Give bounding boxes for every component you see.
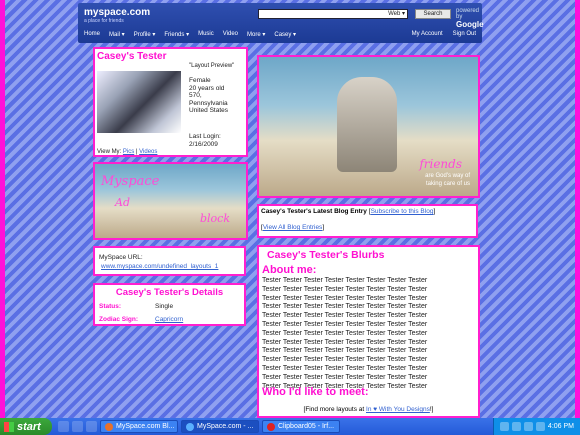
quicklaunch-icon-2[interactable] <box>72 421 83 432</box>
nav-user[interactable]: Casey ▾ <box>274 31 296 38</box>
system-tray: 4:06 PM <box>492 418 580 435</box>
start-button[interactable]: start <box>0 418 52 435</box>
nav-more[interactable]: More ▾ <box>247 31 265 38</box>
about-me-heading: About me: <box>262 264 317 276</box>
blurbs-box: Casey's Tester's Blurbs About me: Tester… <box>257 245 480 418</box>
logo-text: myspace.com <box>84 7 151 18</box>
myspace-logo[interactable]: myspace.com a place for friends <box>84 7 150 24</box>
taskbar-item-ie[interactable]: MySpace.com - ... <box>181 420 259 433</box>
clock[interactable]: 4:06 PM <box>548 423 574 430</box>
image-caption-1: friends <box>419 157 462 171</box>
profile-info: Female 20 years old 570, Pennsylvania Un… <box>189 77 229 115</box>
status-label: Status: <box>99 303 122 310</box>
image-caption-3: taking care of us <box>425 181 470 187</box>
google-logo: powered by Google <box>456 8 484 29</box>
last-login: Last Login: 2/16/2009 <box>189 133 221 148</box>
nav-profile[interactable]: Profile ▾ <box>134 31 156 38</box>
details-box: Casey's Tester's Details Status: Single … <box>93 283 246 326</box>
view-all-blog-link[interactable]: View All Blog Entries <box>263 224 323 231</box>
status-value: Single <box>155 303 174 310</box>
search-button[interactable]: Search <box>415 9 451 19</box>
profile-headline: "Layout Preview" <box>189 63 235 69</box>
profile-photo[interactable] <box>97 71 181 133</box>
meet-heading: Who I'd like to meet: <box>262 386 369 398</box>
pics-link[interactable]: Pics <box>123 149 134 155</box>
profile-name: Casey's Tester <box>97 51 167 62</box>
profile-box: Casey's Tester "Layout Preview" Female 2… <box>93 47 248 157</box>
tray-icon-3[interactable] <box>523 422 533 431</box>
more-layouts: [Find more layouts at In ♥ With You Desi… <box>303 406 434 413</box>
search-scope-select[interactable]: Web ▾ <box>388 10 405 17</box>
nav-sign-out[interactable]: Sign Out <box>453 31 476 38</box>
top-nav: Home Mail ▾ Profile ▾ Friends ▾ Music Vi… <box>84 31 476 38</box>
url-box: MySpace URL: www.myspace.com/undefined_l… <box>93 246 246 276</box>
tray-icon-1[interactable] <box>499 422 509 431</box>
quicklaunch-icon-1[interactable] <box>58 421 69 432</box>
banner-text-3: block <box>200 212 231 225</box>
quick-launch <box>58 421 97 432</box>
tray-icon-4[interactable] <box>535 422 545 431</box>
about-me-text: Tester Tester Tester Tester Tester Teste… <box>262 277 428 390</box>
tray-icon-2[interactable] <box>511 422 521 431</box>
windows-taskbar: start MySpace.com Bl... MySpace.com - ..… <box>0 418 580 435</box>
nav-video[interactable]: Video <box>223 31 238 38</box>
view-all-blog: [View All Blog Entries] <box>261 224 325 231</box>
quicklaunch-icon-3[interactable] <box>86 421 97 432</box>
subscribe-blog-link[interactable]: Subscribe to this Blog <box>371 208 434 215</box>
nav-friends[interactable]: Friends ▾ <box>164 31 189 38</box>
nav-home[interactable]: Home <box>84 31 100 38</box>
blurbs-title: Casey's Tester's Blurbs <box>267 249 385 261</box>
irfanview-icon <box>267 422 275 431</box>
taskbar-item-irfanview[interactable]: Clipboard05 - Irf... <box>262 420 340 433</box>
logo-tagline: a place for friends <box>84 18 124 24</box>
search-input[interactable]: Web ▾ <box>258 9 408 19</box>
nav-music[interactable]: Music <box>198 31 214 38</box>
banner-text-2: Ad <box>115 196 130 209</box>
main-image: friends are God's way of taking care of … <box>257 55 480 198</box>
myspace-header: myspace.com a place for friends Web ▾ Se… <box>78 3 484 43</box>
url-label: MySpace URL: <box>99 254 143 261</box>
zodiac-label: Zodiac Sign: <box>99 316 138 323</box>
windows-logo-icon <box>4 421 14 432</box>
nav-mail[interactable]: Mail ▾ <box>109 31 125 38</box>
view-my-links: View My: Pics | Videos <box>97 149 158 155</box>
videos-link[interactable]: Videos <box>139 149 157 155</box>
blog-header: Casey's Tester's Latest Blog Entry [Subs… <box>261 208 436 215</box>
blog-box: Casey's Tester's Latest Blog Entry [Subs… <box>257 204 478 238</box>
banner-text-1: Myspace <box>101 174 160 189</box>
details-title: Casey's Tester's Details <box>115 287 224 298</box>
image-caption-2: are God's way of <box>425 173 470 179</box>
firefox-icon <box>105 422 113 431</box>
mini-banner: Myspace Ad block <box>93 162 248 240</box>
couple-figure <box>337 77 397 172</box>
ie-icon <box>186 422 194 431</box>
zodiac-link[interactable]: Capricorn <box>155 316 183 323</box>
profile-url-link[interactable]: www.myspace.com/undefined_layouts_1 <box>101 263 218 270</box>
blog-title: Casey's Tester's Latest Blog Entry <box>261 208 367 215</box>
nav-my-account[interactable]: My Account <box>412 31 443 38</box>
taskbar-item-firefox[interactable]: MySpace.com Bl... <box>100 420 178 433</box>
more-layouts-link[interactable]: In ♥ With You Designs <box>366 406 430 413</box>
